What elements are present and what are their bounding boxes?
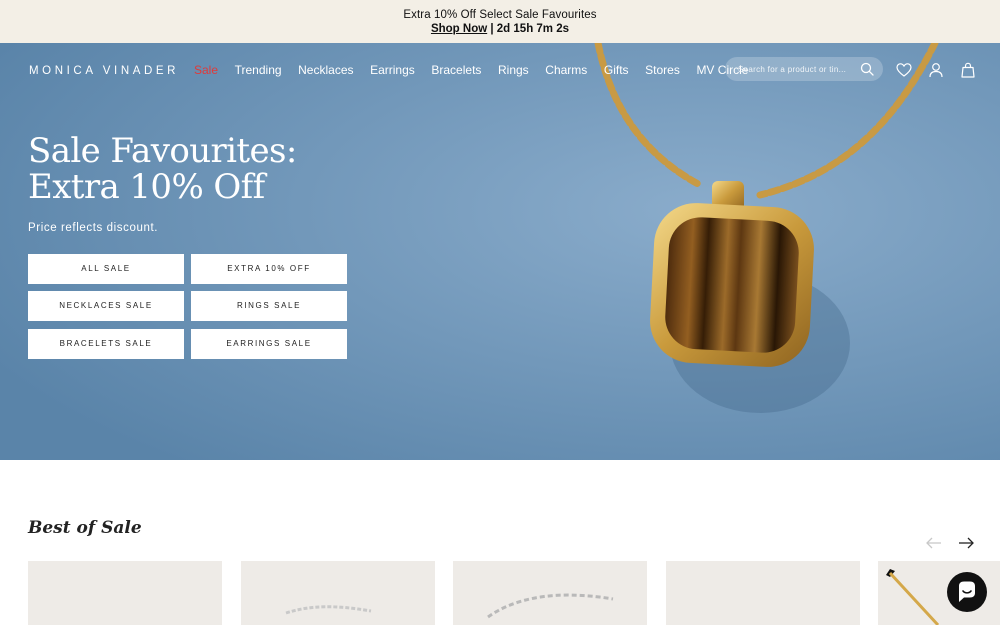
earrings-sale-button[interactable]: EARRINGS SALE	[191, 329, 347, 359]
nav-item-necklaces[interactable]: Necklaces	[298, 63, 353, 77]
promo-banner: Extra 10% Off Select Sale Favourites Sho…	[0, 0, 1000, 43]
search-icon[interactable]	[860, 62, 874, 76]
nav-item-stores[interactable]: Stores	[645, 63, 680, 77]
promo-headline: Extra 10% Off Select Sale Favourites	[403, 9, 597, 21]
nav-item-rings[interactable]: Rings	[498, 63, 529, 77]
search-box	[725, 57, 883, 81]
all-sale-button[interactable]: ALL SALE	[28, 254, 184, 284]
product-card[interactable]	[453, 561, 647, 625]
hero-title: Sale Favourites: Extra 10% Off	[28, 131, 297, 207]
nav-item-trending[interactable]: Trending	[235, 63, 282, 77]
section-title: Best of Sale	[28, 518, 142, 538]
bracelet-image	[487, 593, 614, 619]
rings-sale-button[interactable]: RINGS SALE	[191, 291, 347, 321]
nav-item-gifts[interactable]: Gifts	[604, 63, 629, 77]
shop-now-link[interactable]: Shop Now	[431, 23, 487, 35]
chat-icon	[959, 581, 975, 602]
hero-subtitle: Price reflects discount.	[28, 222, 159, 234]
promo-countdown: | 2d 15h 7m 2s	[490, 23, 570, 35]
promo-subline: Shop Now | 2d 15h 7m 2s	[0, 22, 1000, 36]
bracelets-sale-button[interactable]: BRACELETS SALE	[28, 329, 184, 359]
product-card[interactable]	[666, 561, 860, 625]
account-icon[interactable]	[928, 62, 944, 78]
arrow-left-icon[interactable]	[925, 536, 943, 550]
extra-10-off-button[interactable]: EXTRA 10% OFF	[191, 254, 347, 284]
product-card[interactable]	[241, 561, 435, 625]
bag-icon[interactable]	[960, 62, 976, 78]
nav-item-bracelets[interactable]: Bracelets	[431, 63, 481, 77]
nav-item-sale[interactable]: Sale	[194, 63, 218, 77]
product-card[interactable]	[28, 561, 222, 625]
bracelet-image	[285, 605, 372, 615]
hero-banner	[0, 43, 1000, 460]
search-input[interactable]	[738, 62, 856, 76]
chat-button[interactable]	[947, 572, 987, 612]
nav-menu: Sale Trending Necklaces Earrings Bracele…	[194, 63, 765, 77]
necklaces-sale-button[interactable]: NECKLACES SALE	[28, 291, 184, 321]
nav-item-charms[interactable]: Charms	[545, 63, 587, 77]
brand-logo[interactable]: MONICA VINADER	[29, 65, 179, 77]
arrow-right-icon[interactable]	[957, 536, 975, 550]
heart-icon[interactable]	[896, 62, 912, 78]
nav-item-earrings[interactable]: Earrings	[370, 63, 415, 77]
hero-pendant-image	[0, 43, 1000, 460]
main-nav: MONICA VINADER Sale Trending Necklaces E…	[0, 43, 1000, 99]
